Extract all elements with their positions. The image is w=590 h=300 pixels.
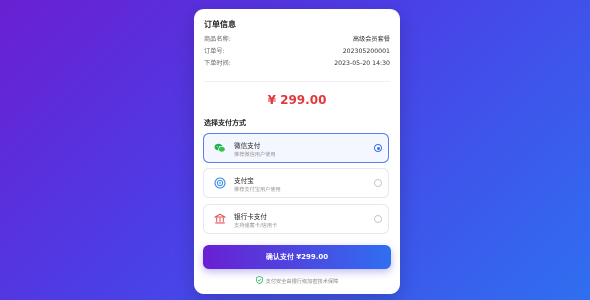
order-info-title: 订单信息 — [204, 20, 236, 29]
order-label: 订单号: — [204, 48, 225, 55]
method-name: 微信支付 — [234, 142, 261, 150]
radio-unselected[interactable] — [374, 215, 382, 223]
order-value: 高级会员套餐 — [352, 36, 390, 43]
payment-method-title: 选择支付方式 — [204, 119, 246, 127]
order-label: 下单时间: — [204, 60, 231, 67]
order-value: 2023-05-20 14:30 — [334, 60, 390, 67]
order-row-product: 商品名称: 高级会员套餐 — [204, 36, 390, 44]
shield-icon — [255, 275, 263, 286]
wechat-icon — [214, 142, 226, 154]
order-row-time: 下单时间: 2023-05-20 14:30 — [204, 60, 390, 68]
bank-card-icon — [214, 213, 226, 225]
radio-selected[interactable] — [374, 144, 382, 152]
confirm-pay-button[interactable]: 确认支付 ¥299.00 — [203, 245, 391, 269]
security-note: 支付安全由银行级加密技术保障 — [194, 275, 400, 286]
method-description: 推荐支付宝用户使用 — [234, 187, 281, 193]
radio-unselected[interactable] — [374, 179, 382, 187]
method-name: 银行卡支付 — [234, 213, 267, 221]
alipay-icon — [214, 177, 226, 189]
order-value: 202305200001 — [342, 48, 390, 55]
payment-method-bank-card[interactable]: 银行卡支付 支持储蓄卡/信用卡 — [203, 204, 389, 234]
method-description: 支持储蓄卡/信用卡 — [234, 223, 278, 229]
order-label: 商品名称: — [204, 36, 231, 43]
order-row-number: 订单号: 202305200001 — [204, 48, 390, 56]
payment-amount: ¥ 299.00 — [267, 93, 327, 107]
payment-method-wechat[interactable]: 微信支付 推荐微信用户使用 — [203, 133, 389, 163]
method-name: 支付宝 — [234, 177, 254, 185]
secure-text: 支付安全由银行级加密技术保障 — [265, 278, 339, 285]
payment-card: 订单信息 商品名称: 高级会员套餐 订单号: 202305200001 下单时间… — [194, 9, 400, 294]
method-description: 推荐微信用户使用 — [234, 152, 276, 158]
payment-method-alipay[interactable]: 支付宝 推荐支付宝用户使用 — [203, 168, 389, 198]
divider — [204, 81, 390, 82]
